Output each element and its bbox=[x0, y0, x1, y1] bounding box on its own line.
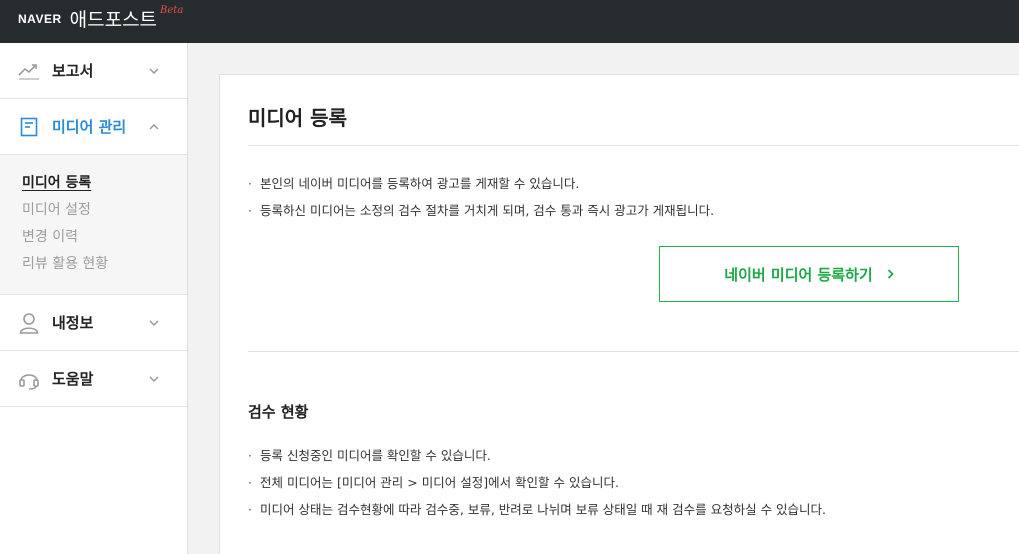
sidebar-item-report[interactable]: 보고서 bbox=[0, 43, 187, 99]
chevron-down-icon bbox=[149, 66, 159, 76]
beta-badge: Beta bbox=[160, 5, 184, 16]
submenu-item-media-register[interactable]: 미디어 등록 bbox=[22, 170, 187, 197]
list-item: 본인의 네이버 미디어를 등록하여 광고를 게재할 수 있습니다. bbox=[248, 170, 714, 197]
sidebar-item-my-info[interactable]: 내정보 bbox=[0, 295, 187, 351]
divider bbox=[248, 145, 1019, 146]
media-submenu: 미디어 등록 미디어 설정 변경 이력 리뷰 활용 현황 bbox=[0, 155, 187, 295]
sidebar-item-label: 내정보 bbox=[52, 314, 94, 332]
sidebar: 보고서 미디어 관리 미디어 등록 미디어 설정 변경 이력 리뷰 활용 현황 bbox=[0, 43, 188, 554]
submenu-item-media-settings[interactable]: 미디어 설정 bbox=[22, 197, 187, 224]
intro-bullet-list: 본인의 네이버 미디어를 등록하여 광고를 게재할 수 있습니다. 등록하신 미… bbox=[248, 170, 714, 224]
top-bar: NAVER 애드포스트 Beta bbox=[0, 0, 1019, 43]
sidebar-item-media[interactable]: 미디어 관리 bbox=[0, 99, 187, 155]
chevron-down-icon bbox=[149, 318, 159, 328]
register-media-button-label: 네이버 미디어 등록하기 bbox=[724, 265, 873, 284]
list-item: 등록 신청중인 미디어를 확인할 수 있습니다. bbox=[248, 442, 826, 469]
divider bbox=[248, 351, 1019, 352]
document-icon bbox=[18, 116, 40, 138]
sidebar-item-label: 미디어 관리 bbox=[52, 118, 127, 136]
product-name[interactable]: 애드포스트 bbox=[70, 5, 157, 32]
sidebar-item-help[interactable]: 도움말 bbox=[0, 351, 187, 407]
naver-logo[interactable]: NAVER bbox=[18, 12, 62, 26]
list-item: 전체 미디어는 [미디어 관리 > 미디어 설정]에서 확인할 수 있습니다. bbox=[248, 469, 826, 496]
list-item: 등록하신 미디어는 소정의 검수 절차를 거치게 되며, 검수 통과 즉시 광고… bbox=[248, 197, 714, 224]
sidebar-item-label: 보고서 bbox=[52, 62, 94, 80]
register-media-button[interactable]: 네이버 미디어 등록하기 bbox=[659, 246, 959, 302]
chevron-right-icon bbox=[887, 269, 894, 279]
list-item: 미디어 상태는 검수현황에 따라 검수중, 보류, 반려로 나뉘며 보류 상태일… bbox=[248, 496, 826, 523]
chevron-down-icon bbox=[149, 374, 159, 384]
review-bullet-list: 등록 신청중인 미디어를 확인할 수 있습니다. 전체 미디어는 [미디어 관리… bbox=[248, 442, 826, 523]
headset-icon bbox=[18, 368, 40, 390]
review-status-title: 검수 현황 bbox=[248, 403, 309, 421]
user-icon bbox=[18, 312, 40, 334]
page-title: 미디어 등록 bbox=[248, 106, 347, 130]
trend-line-icon bbox=[18, 60, 40, 82]
submenu-item-change-history[interactable]: 변경 이력 bbox=[22, 224, 187, 251]
sidebar-item-label: 도움말 bbox=[52, 370, 94, 388]
chevron-up-icon bbox=[149, 122, 159, 132]
content-panel: 미디어 등록 본인의 네이버 미디어를 등록하여 광고를 게재할 수 있습니다.… bbox=[219, 74, 1019, 554]
submenu-item-review-status[interactable]: 리뷰 활용 현황 bbox=[22, 251, 187, 278]
